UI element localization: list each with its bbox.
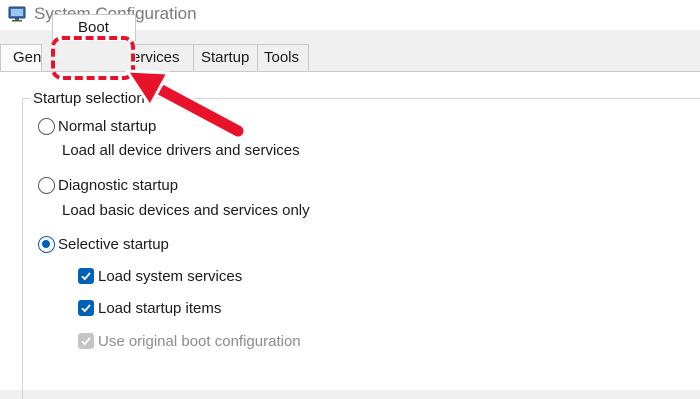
- annotation-arrow-icon: [125, 69, 247, 140]
